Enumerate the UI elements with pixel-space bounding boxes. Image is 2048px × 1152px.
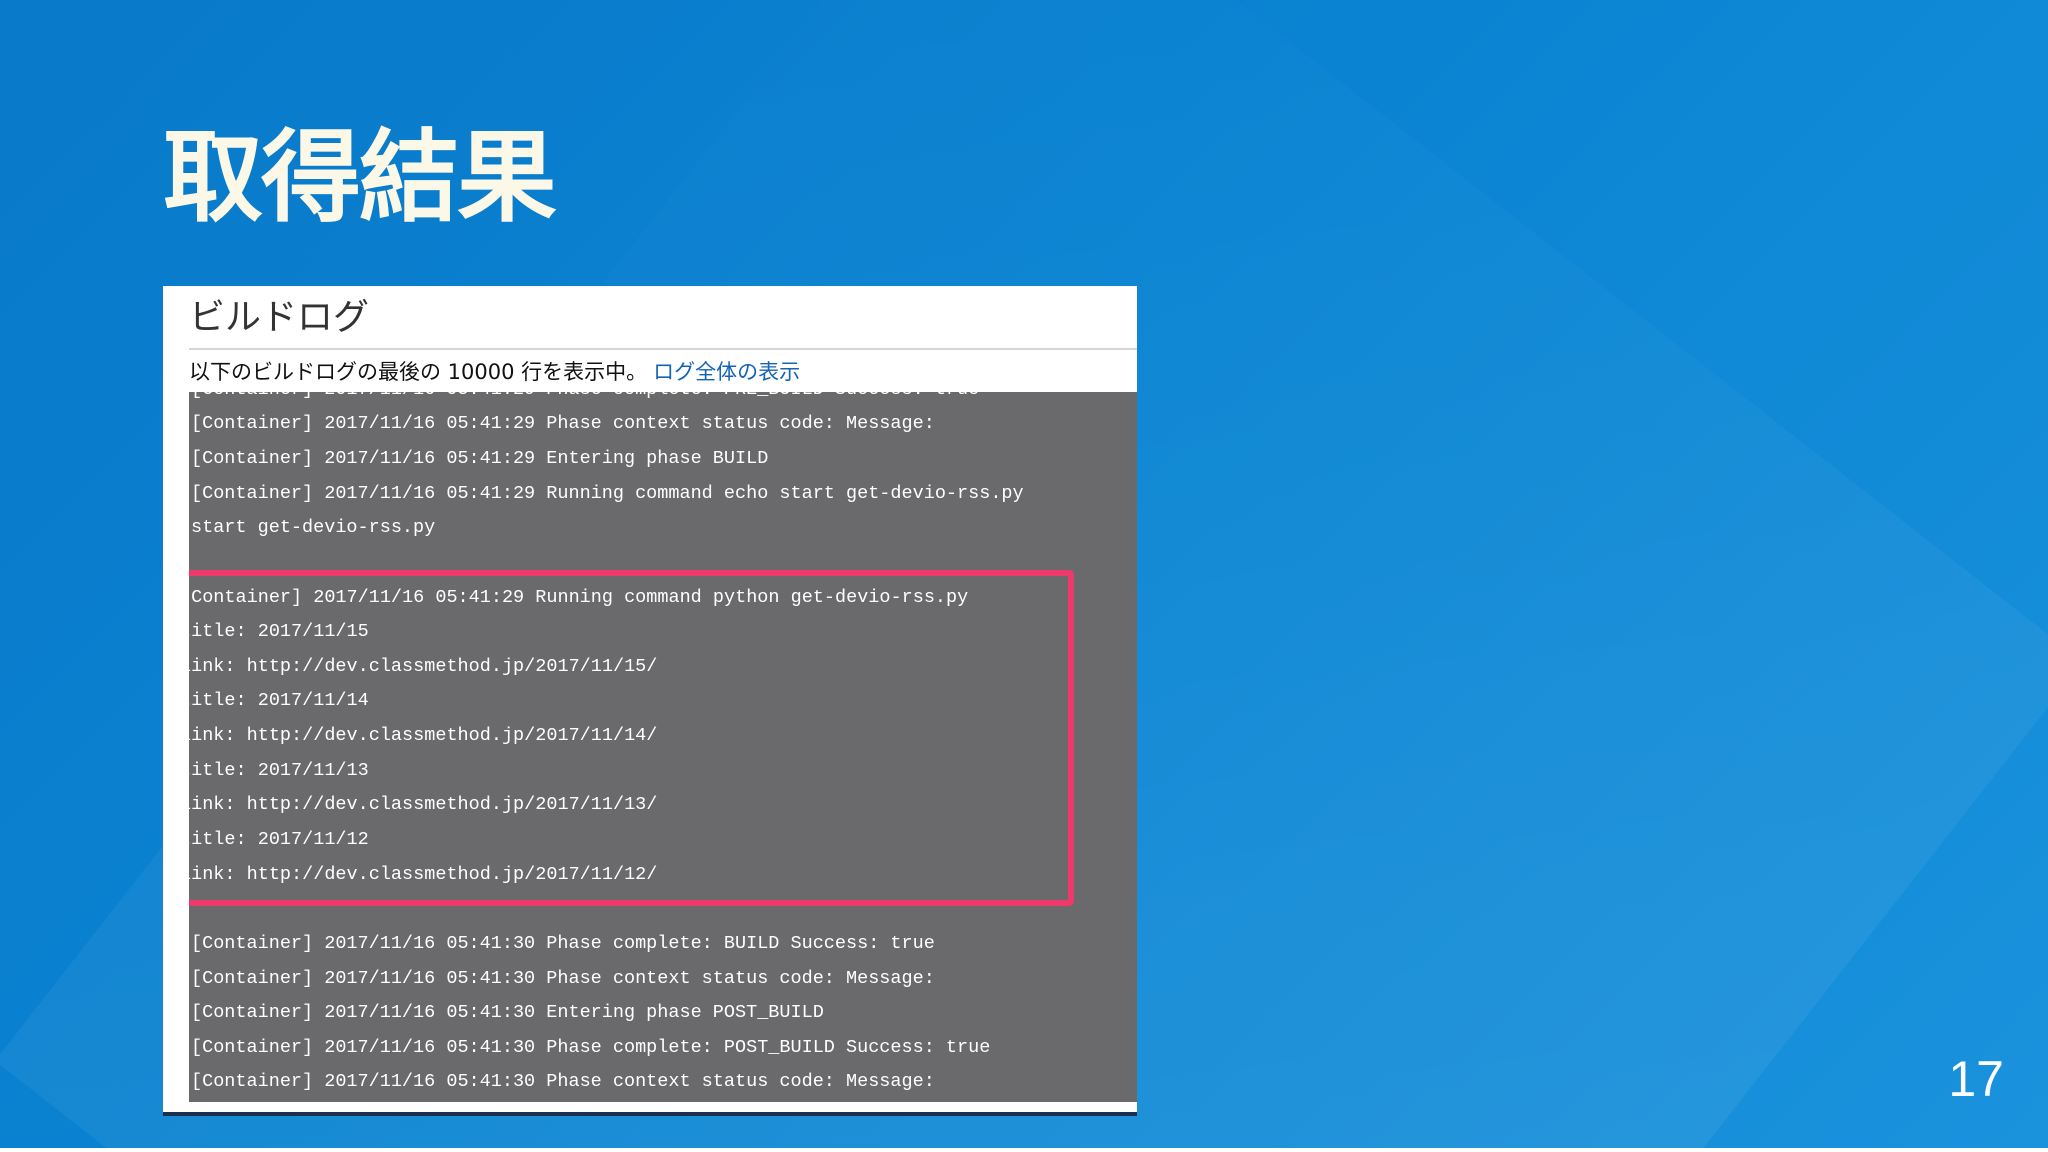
log-line: title: 2017/11/13 <box>189 760 369 781</box>
log-line: [Container] 2017/11/16 05:41:30 Phase co… <box>191 1071 935 1092</box>
log-line: title: 2017/11/14 <box>189 690 369 711</box>
log-line: [Container] 2017/11/16 05:41:30 Phase co… <box>191 1037 991 1058</box>
page-number: 17 <box>1948 1051 2004 1107</box>
log-line: link: http://dev.classmethod.jp/2017/11/… <box>189 725 658 746</box>
build-log-heading: ビルドログ <box>189 297 370 338</box>
log-line: start get-devio-rss.py <box>191 517 436 538</box>
log-line: [Container] 2017/11/16 05:41:29 Entering… <box>191 448 769 469</box>
log-console[interactable]: [Container] 2017/11/16 05:41:29 Phase co… <box>189 392 1137 1102</box>
view-full-log-link[interactable]: ログ全体の表示 <box>653 360 800 384</box>
log-line: [Container] 2017/11/16 05:41:30 Phase co… <box>191 933 935 954</box>
log-info-text: 以下のビルドログの最後の 10000 行を表示中。 <box>189 360 648 384</box>
slide: 取得結果 ビルドログ 以下のビルドログの最後の 10000 行を表示中。 ログ全体… <box>0 0 2048 1148</box>
build-log-panel: ビルドログ 以下のビルドログの最後の 10000 行を表示中。 ログ全体の表示 [… <box>163 286 1137 1116</box>
log-line: link: http://dev.classmethod.jp/2017/11/… <box>189 656 658 677</box>
log-line: [Container] 2017/11/16 05:41:30 Entering… <box>191 1002 824 1023</box>
slide-title: 取得結果 <box>163 119 557 236</box>
log-line: [Container] 2017/11/16 05:41:30 Phase co… <box>191 968 935 989</box>
log-line: title: 2017/11/12 <box>189 829 369 850</box>
log-line: [Container] 2017/11/16 05:41:29 Running … <box>191 483 1024 504</box>
log-line: title: 2017/11/15 <box>189 621 369 642</box>
heading-divider <box>189 348 1137 350</box>
log-line: [Container] 2017/11/16 05:41:29 Phase co… <box>189 392 979 407</box>
log-line: link: http://dev.classmethod.jp/2017/11/… <box>189 864 658 885</box>
log-line: [Container] 2017/11/16 05:41:29 Phase co… <box>191 413 935 434</box>
log-line: [Container] 2017/11/16 05:41:29 Running … <box>189 587 969 608</box>
log-info: 以下のビルドログの最後の 10000 行を表示中。 ログ全体の表示 <box>189 358 800 386</box>
log-line: link: http://dev.classmethod.jp/2017/11/… <box>189 794 658 815</box>
